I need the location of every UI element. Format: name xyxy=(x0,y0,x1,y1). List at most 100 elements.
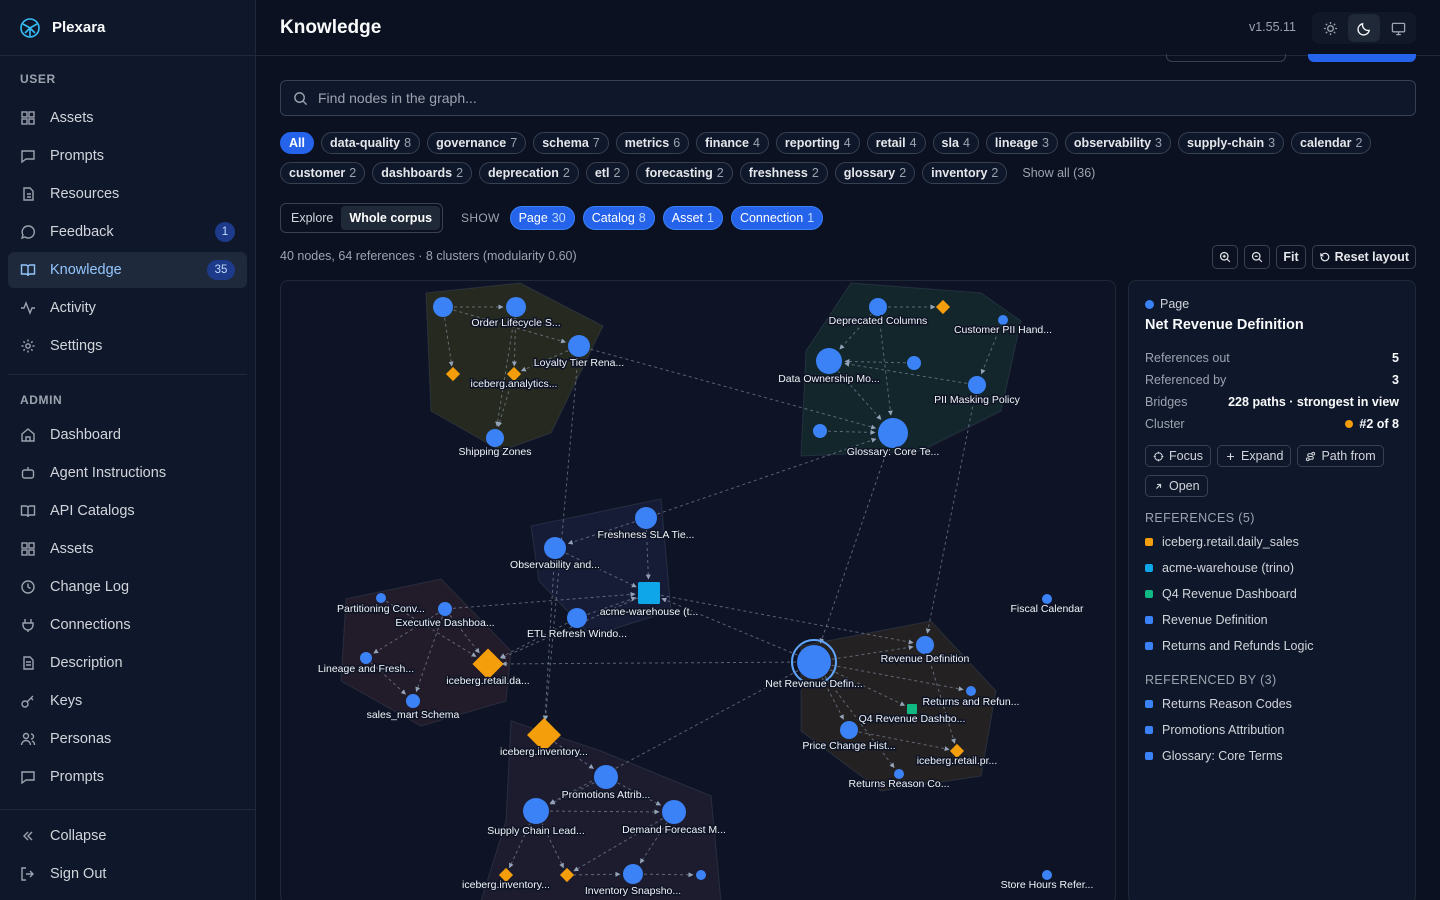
tag-chip[interactable]: dashboards 2 xyxy=(372,162,473,184)
tag-chip[interactable]: schema 7 xyxy=(533,132,609,154)
secondary-action-edge[interactable] xyxy=(1166,54,1286,62)
whole-corpus-tab[interactable]: Whole corpus xyxy=(341,206,441,230)
tag-chip[interactable]: calendar 2 xyxy=(1291,132,1372,154)
reference-item[interactable]: Q4 Revenue Dashboard xyxy=(1145,581,1399,607)
sidebar-item-assets[interactable]: Assets xyxy=(8,100,247,136)
sidebar-item-resources[interactable]: Resources xyxy=(8,176,247,212)
sidebar-item-feedback[interactable]: Feedback 1 xyxy=(8,214,247,250)
page-node[interactable] xyxy=(438,602,452,616)
connection-node[interactable] xyxy=(638,582,660,604)
page-node[interactable] xyxy=(816,348,842,374)
reference-item[interactable]: Returns and Refunds Logic xyxy=(1145,633,1399,659)
page-node[interactable] xyxy=(406,694,420,708)
tag-chip[interactable]: lineage 3 xyxy=(985,132,1058,154)
tag-chip[interactable]: glossary 2 xyxy=(834,162,916,184)
sidebar-item-admin-prompts[interactable]: Prompts xyxy=(8,759,247,795)
tag-chip[interactable]: customer 2 xyxy=(280,162,366,184)
tag-chip[interactable]: freshness 2 xyxy=(739,162,828,184)
reference-item[interactable]: Returns Reason Codes xyxy=(1145,691,1399,717)
page-node[interactable] xyxy=(840,721,858,739)
collapse-button[interactable]: Collapse xyxy=(8,818,247,854)
page-node[interactable] xyxy=(662,800,686,824)
light-theme-button[interactable] xyxy=(1314,14,1346,42)
page-node[interactable] xyxy=(523,798,549,824)
fit-button[interactable]: Fit xyxy=(1276,245,1306,269)
reference-item[interactable]: iceberg.retail.daily_sales xyxy=(1145,529,1399,555)
tag-chip[interactable]: deprecation 2 xyxy=(479,162,579,184)
zoom-out-button[interactable] xyxy=(1244,245,1271,269)
page-node[interactable] xyxy=(594,765,618,789)
page-node[interactable] xyxy=(968,376,986,394)
zoom-in-button[interactable] xyxy=(1212,245,1239,269)
sidebar-item-change-log[interactable]: Change Log xyxy=(8,569,247,605)
reset-layout-button[interactable]: Reset layout xyxy=(1311,245,1416,269)
filter-connection-chip[interactable]: Connection 1 xyxy=(730,206,824,230)
sidebar-item-api-catalogs[interactable]: API Catalogs xyxy=(8,493,247,529)
open-button[interactable]: Open xyxy=(1145,475,1208,497)
page-node[interactable] xyxy=(966,686,976,696)
knowledge-graph[interactable]: Order Lifecycle S... Loyalty Tier Rena...… xyxy=(280,280,1116,900)
sidebar-item-description[interactable]: Description xyxy=(8,645,247,681)
tag-chip[interactable]: reporting 4 xyxy=(775,132,860,154)
brand[interactable]: Plexara xyxy=(0,0,255,56)
reference-item[interactable]: Promotions Attribution xyxy=(1145,717,1399,743)
search-input[interactable] xyxy=(318,90,1318,106)
page-node[interactable] xyxy=(635,507,657,529)
filter-page-chip[interactable]: Page 30 xyxy=(509,206,575,230)
sidebar-item-prompts[interactable]: Prompts xyxy=(8,138,247,174)
tag-chip[interactable]: inventory 2 xyxy=(922,162,1008,184)
show-all-tags-link[interactable]: Show all (36) xyxy=(1014,162,1103,184)
sidebar-item-personas[interactable]: Personas xyxy=(8,721,247,757)
tag-chip[interactable]: governance 7 xyxy=(427,132,527,154)
filter-asset-chip[interactable]: Asset 1 xyxy=(662,206,723,230)
tag-chip[interactable]: supply-chain 3 xyxy=(1178,132,1285,154)
tag-chip[interactable]: sla 4 xyxy=(932,132,979,154)
sidebar-item-admin-assets[interactable]: Assets xyxy=(8,531,247,567)
dark-theme-button[interactable] xyxy=(1348,14,1380,42)
sidebar-item-knowledge[interactable]: Knowledge 35 xyxy=(8,252,247,288)
tag-chip[interactable]: metrics 6 xyxy=(615,132,690,154)
page-node[interactable] xyxy=(376,593,386,603)
system-theme-button[interactable] xyxy=(1382,14,1414,42)
page-node[interactable] xyxy=(907,356,921,370)
page-node[interactable] xyxy=(486,429,504,447)
page-node[interactable] xyxy=(869,298,887,316)
sidebar-item-settings[interactable]: Settings xyxy=(8,328,247,364)
primary-action-edge[interactable] xyxy=(1308,54,1416,62)
path-from-button[interactable]: Path from xyxy=(1297,445,1384,467)
page-node[interactable] xyxy=(544,537,566,559)
sidebar-item-dashboard[interactable]: Dashboard xyxy=(8,417,247,453)
sidebar-item-keys[interactable]: Keys xyxy=(8,683,247,719)
graph-search[interactable] xyxy=(280,80,1416,116)
tag-chip[interactable]: forecasting 2 xyxy=(636,162,733,184)
tag-chip[interactable]: observability 3 xyxy=(1064,132,1171,154)
page-node[interactable] xyxy=(696,870,706,880)
sign-out-button[interactable]: Sign Out xyxy=(8,856,247,892)
page-node[interactable] xyxy=(813,424,827,438)
tag-chip[interactable]: retail 4 xyxy=(866,132,926,154)
explore-tab[interactable]: Explore xyxy=(283,206,341,230)
filter-catalog-chip[interactable]: Catalog 8 xyxy=(582,206,655,230)
page-node[interactable] xyxy=(797,645,831,679)
graph-canvas[interactable]: Order Lifecycle S... Loyalty Tier Rena...… xyxy=(281,281,1116,900)
page-node[interactable] xyxy=(433,297,453,317)
page-node[interactable] xyxy=(568,335,590,357)
page-node[interactable] xyxy=(878,418,908,448)
tag-chip[interactable]: All xyxy=(280,132,314,154)
node-label: iceberg.retail.pr... xyxy=(917,755,998,767)
tag-chip[interactable]: data-quality 8 xyxy=(320,132,421,154)
tag-chip[interactable]: etl 2 xyxy=(585,162,630,184)
page-node[interactable] xyxy=(916,636,934,654)
focus-button[interactable]: Focus xyxy=(1145,445,1212,467)
expand-button[interactable]: Expand xyxy=(1217,445,1292,467)
reference-item[interactable]: Revenue Definition xyxy=(1145,607,1399,633)
reference-item[interactable]: acme-warehouse (trino) xyxy=(1145,555,1399,581)
page-node[interactable] xyxy=(567,608,587,628)
sidebar-item-activity[interactable]: Activity xyxy=(8,290,247,326)
page-node[interactable] xyxy=(623,864,643,884)
reference-item[interactable]: Glossary: Core Terms xyxy=(1145,743,1399,769)
tag-chip[interactable]: finance 4 xyxy=(696,132,769,154)
page-node[interactable] xyxy=(506,297,526,317)
sidebar-item-agent-instructions[interactable]: Agent Instructions xyxy=(8,455,247,491)
sidebar-item-connections[interactable]: Connections xyxy=(8,607,247,643)
